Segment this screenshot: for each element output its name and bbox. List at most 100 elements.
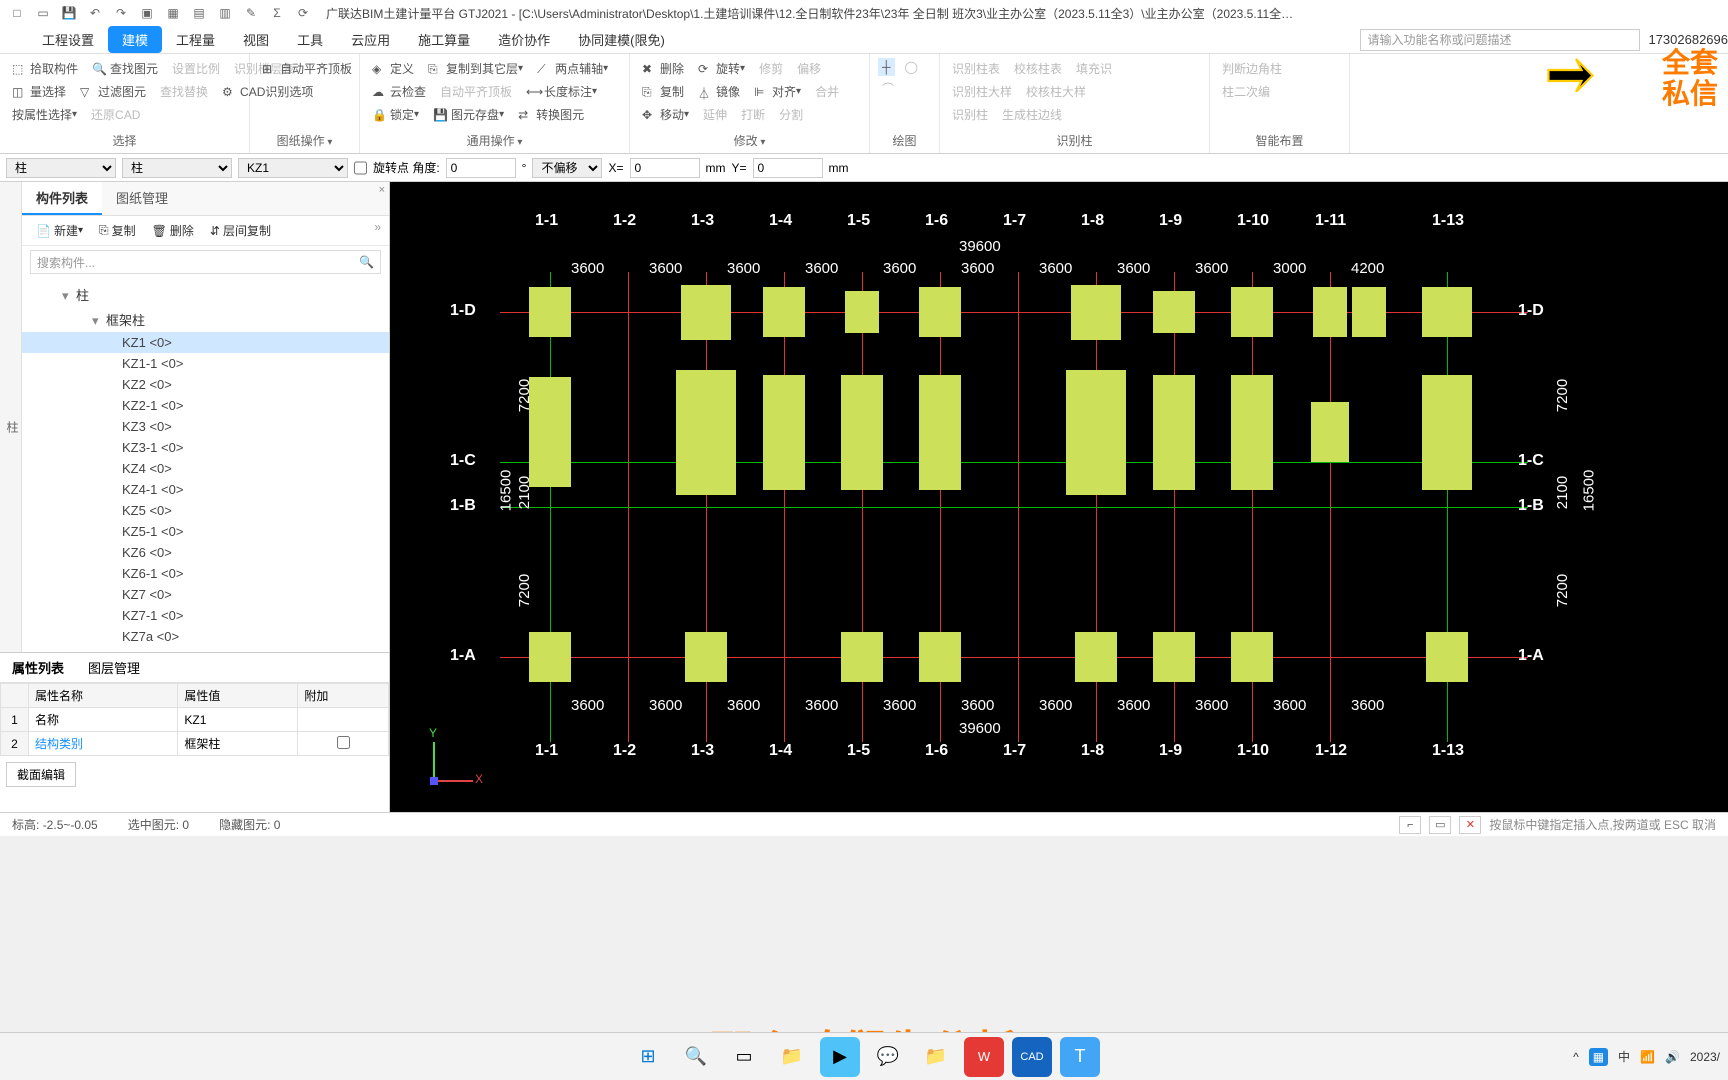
column-element[interactable]	[1153, 291, 1195, 333]
batch-select[interactable]: ◫量选择	[8, 81, 70, 102]
property-row[interactable]: 1 名称 KZ1	[1, 708, 389, 732]
tab-drawing-mgmt[interactable]: 图纸管理	[102, 182, 182, 215]
two-point-axis[interactable]: ⟋两点辅轴	[533, 58, 612, 79]
move[interactable]: ✥移动	[638, 104, 693, 125]
column-element[interactable]	[1231, 375, 1273, 490]
column-element[interactable]	[1422, 287, 1472, 337]
function-search-input[interactable]: 请输入功能名称或问题描述	[1360, 29, 1640, 51]
copy[interactable]: ⎘复制	[638, 81, 688, 102]
tree-branch[interactable]: ▾框架柱	[22, 307, 389, 332]
column-element[interactable]	[685, 632, 727, 682]
cad-button[interactable]: CAD	[1012, 1037, 1052, 1077]
column-element[interactable]	[919, 375, 961, 490]
tray-wifi-icon[interactable]: 📶	[1640, 1050, 1655, 1064]
align[interactable]: ⊫对齐	[750, 81, 805, 102]
rotate[interactable]: ⟳旋转	[694, 58, 749, 79]
column-element[interactable]	[841, 632, 883, 682]
tab-properties[interactable]: 属性列表	[0, 653, 76, 682]
rotation-checkbox[interactable]	[354, 158, 367, 178]
column-element[interactable]	[1231, 287, 1273, 337]
delete-button[interactable]: 🗑删除	[146, 220, 200, 241]
component-select[interactable]: KZ1	[238, 158, 348, 178]
column-element[interactable]	[681, 285, 731, 340]
column-element[interactable]	[1231, 632, 1273, 682]
tree-item[interactable]: KZ7a <0>	[22, 626, 389, 647]
length-dim[interactable]: ⟷长度标注	[522, 81, 601, 102]
view-top-button[interactable]: ⌐	[1399, 816, 1421, 834]
tab-component-list[interactable]: 构件列表	[22, 182, 102, 215]
tree-root[interactable]: ▾柱	[22, 282, 389, 307]
redo-icon[interactable]: ↷	[112, 4, 130, 22]
menu-quantity[interactable]: 工程量	[162, 26, 229, 53]
menu-project-settings[interactable]: 工程设置	[28, 26, 108, 53]
copy-button[interactable]: ⎘复制	[93, 220, 142, 241]
modify-label[interactable]: 修改	[638, 132, 861, 149]
app3-button[interactable]: T	[1060, 1037, 1100, 1077]
undo-icon[interactable]: ↶	[86, 4, 104, 22]
column-element[interactable]	[763, 287, 805, 337]
tree-item[interactable]: KZ6-1 <0>	[22, 563, 389, 584]
define[interactable]: ◈定义	[368, 58, 418, 79]
drawing-ops-label[interactable]: 图纸操作	[258, 132, 351, 149]
common-ops-label[interactable]: 通用操作	[368, 132, 621, 149]
element-storage[interactable]: 💾图元存盘	[429, 104, 508, 125]
open-icon[interactable]: ▭	[34, 4, 52, 22]
app1-button[interactable]: ▶	[820, 1037, 860, 1077]
menu-cloud[interactable]: 云应用	[337, 26, 404, 53]
new-icon[interactable]: □	[8, 4, 26, 22]
column-element[interactable]	[1075, 632, 1117, 682]
tree-item[interactable]: KZ2-1 <0>	[22, 395, 389, 416]
column-element[interactable]	[1153, 632, 1195, 682]
tree-item[interactable]: KZ3-1 <0>	[22, 437, 389, 458]
offset-select[interactable]: 不偏移	[532, 158, 602, 178]
y-input[interactable]	[753, 158, 823, 178]
folder2-button[interactable]: 📁	[916, 1037, 956, 1077]
delete[interactable]: ✖删除	[638, 58, 688, 79]
tray-app-icon[interactable]: ▦	[1589, 1048, 1608, 1066]
search-icon[interactable]: 🔍	[359, 255, 374, 269]
taskview-button[interactable]: ▭	[724, 1037, 764, 1077]
layout4-icon[interactable]: ▥	[216, 4, 234, 22]
menu-collab[interactable]: 协同建模(限免)	[564, 26, 679, 53]
tray-up-icon[interactable]: ^	[1573, 1050, 1579, 1064]
menu-view[interactable]: 视图	[229, 26, 283, 53]
column-element[interactable]	[529, 287, 571, 337]
tree-item[interactable]: KZ2 <0>	[22, 374, 389, 395]
tab-layers[interactable]: 图层管理	[76, 653, 152, 682]
column-element[interactable]	[529, 632, 571, 682]
addon-checkbox[interactable]	[337, 736, 350, 749]
edit-icon[interactable]: ✎	[242, 4, 260, 22]
section-edit-button[interactable]: 截面编辑	[6, 762, 76, 787]
drawing-canvas[interactable]: YX 1-11-11-21-21-31-31-41-41-51-51-61-61…	[390, 182, 1728, 812]
column-element[interactable]	[1153, 375, 1195, 490]
component-search-input[interactable]: 搜索构件... 🔍	[30, 250, 381, 274]
column-element[interactable]	[1071, 285, 1121, 340]
tree-item[interactable]: KZ1-1 <0>	[22, 353, 389, 374]
tray-time[interactable]: 2023/	[1690, 1050, 1720, 1064]
column-element[interactable]	[763, 375, 805, 490]
column-element[interactable]	[1313, 287, 1347, 337]
search-button[interactable]: 🔍	[676, 1037, 716, 1077]
tray-volume-icon[interactable]: 🔊	[1665, 1050, 1680, 1064]
save-icon[interactable]: 💾	[60, 4, 78, 22]
layout1-icon[interactable]: ▣	[138, 4, 156, 22]
prop-close-icon[interactable]: ×	[379, 184, 385, 196]
column-element[interactable]	[676, 370, 736, 495]
column-element[interactable]	[919, 632, 961, 682]
pick-component[interactable]: ⬚拾取构件	[8, 58, 82, 79]
layout2-icon[interactable]: ▦	[164, 4, 182, 22]
column-element[interactable]	[1311, 402, 1349, 462]
lock[interactable]: 🔒锁定	[368, 104, 423, 125]
rotation-input[interactable]	[446, 158, 516, 178]
column-element[interactable]	[1426, 632, 1468, 682]
start-button[interactable]: ⊞	[628, 1037, 668, 1077]
draw-point[interactable]: ┼	[878, 58, 895, 76]
sum-icon[interactable]: Σ	[268, 4, 286, 22]
menu-cost[interactable]: 造价协作	[484, 26, 564, 53]
tree-item[interactable]: KZ5-1 <0>	[22, 521, 389, 542]
property-row[interactable]: 2 结构类别 框架柱	[1, 732, 389, 756]
wechat-button[interactable]: 💬	[868, 1037, 908, 1077]
subcategory-select[interactable]: 柱	[122, 158, 232, 178]
cloud-check[interactable]: ☁云检查	[368, 81, 430, 102]
menu-tools[interactable]: 工具	[283, 26, 337, 53]
